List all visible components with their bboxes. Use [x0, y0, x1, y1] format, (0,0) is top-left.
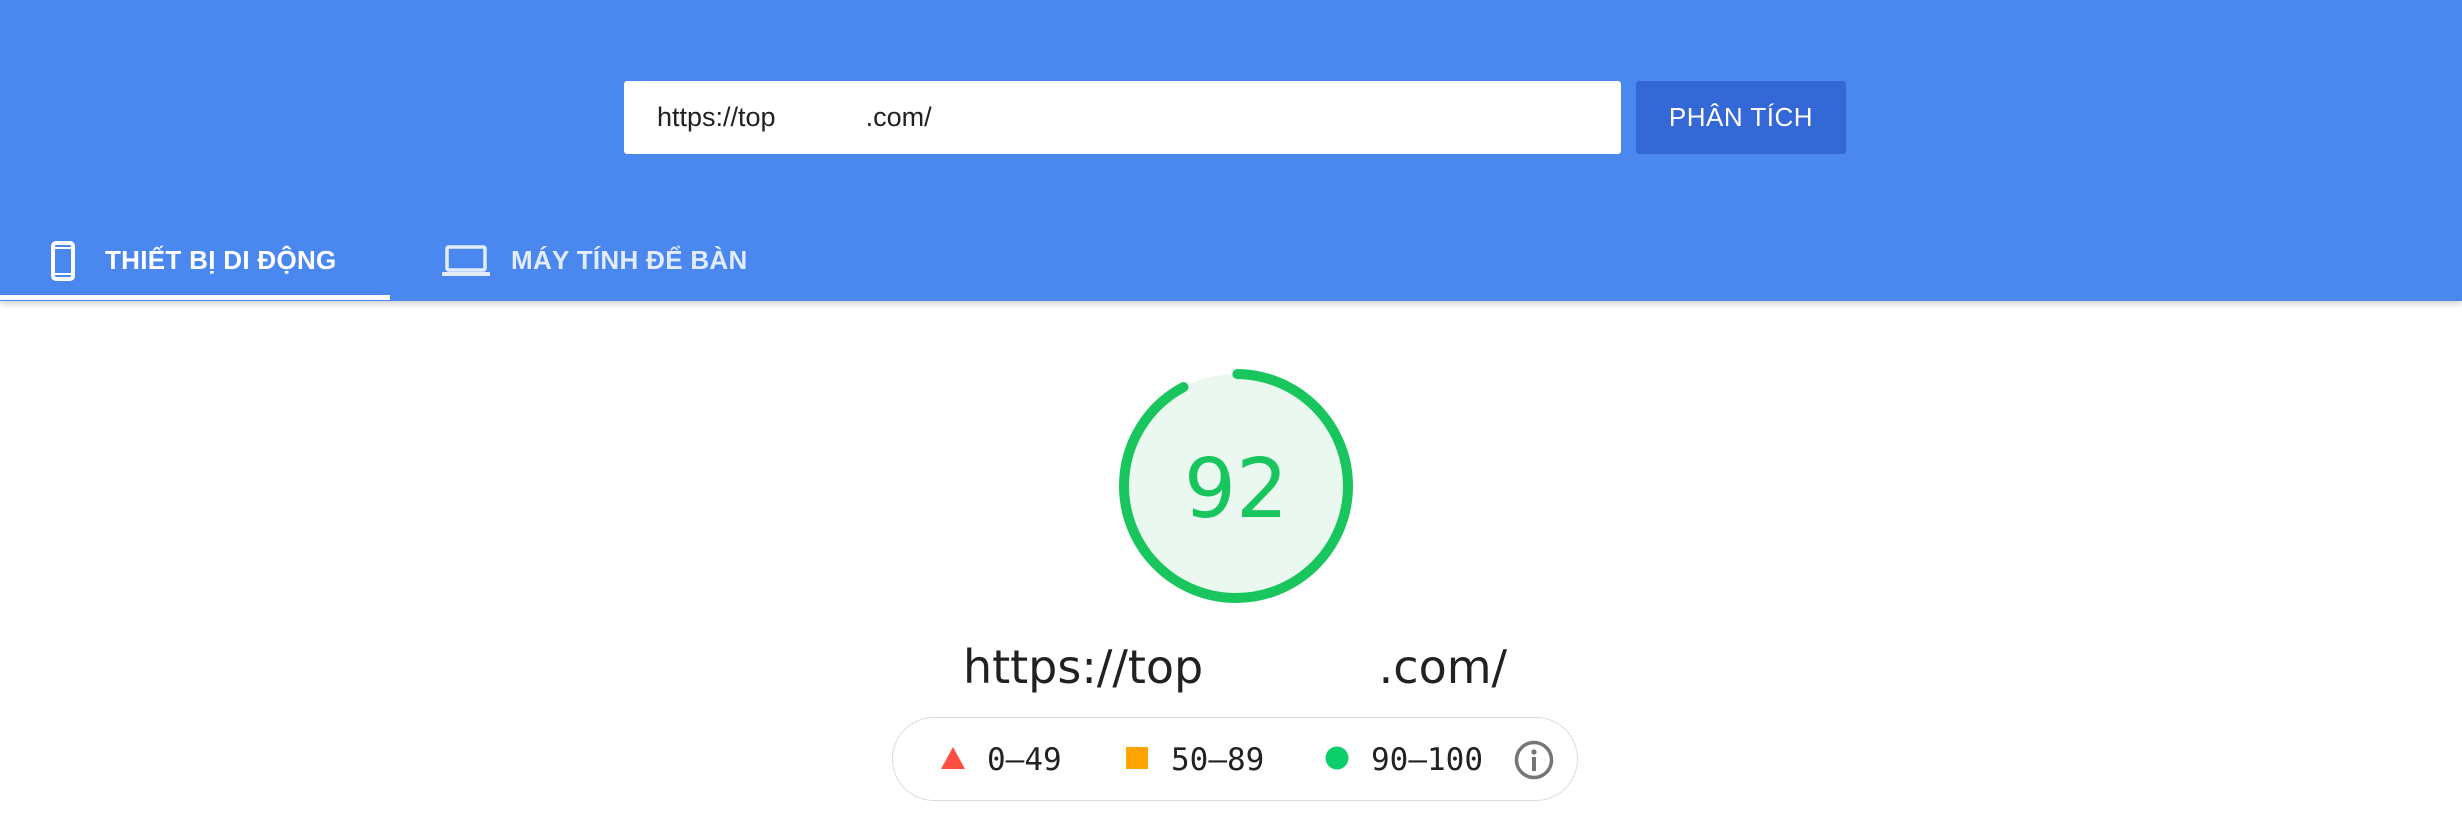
performance-score: 92 — [1183, 441, 1289, 537]
triangle-icon — [940, 746, 966, 775]
legend-item-average: 50–89 — [1125, 718, 1264, 802]
legend-label-pass: 90–100 — [1371, 742, 1483, 778]
laptop-icon — [441, 244, 491, 278]
score-legend: 0–49 50–89 90–100 — [892, 717, 1578, 801]
legend-item-pass: 90–100 — [1325, 718, 1483, 802]
score-gauge: 92 — [1113, 363, 1359, 609]
tab-mobile[interactable]: THIẾT BỊ DI ĐỘNG — [0, 220, 390, 301]
active-tab-indicator — [0, 295, 390, 300]
url-input[interactable] — [624, 81, 1621, 154]
circle-icon — [1325, 746, 1349, 775]
analyze-button[interactable]: PHÂN TÍCH — [1636, 81, 1846, 154]
square-icon — [1125, 746, 1149, 775]
legend-item-fail: 0–49 — [940, 718, 1062, 802]
tab-desktop-label: MÁY TÍNH ĐỂ BÀN — [511, 245, 748, 275]
analyzed-url: https://top .com/ — [962, 640, 1508, 694]
legend-label-fail: 0–49 — [987, 742, 1062, 778]
info-icon[interactable] — [1514, 740, 1554, 780]
tab-desktop[interactable]: MÁY TÍNH ĐỂ BÀN — [392, 220, 772, 301]
legend-label-average: 50–89 — [1171, 742, 1265, 778]
header-bar: PHÂN TÍCH THIẾT BỊ DI ĐỘNG MÁY TÍNH ĐỂ B… — [0, 0, 2462, 301]
tab-mobile-label: THIẾT BỊ DI ĐỘNG — [105, 245, 337, 275]
smartphone-icon — [51, 240, 75, 281]
